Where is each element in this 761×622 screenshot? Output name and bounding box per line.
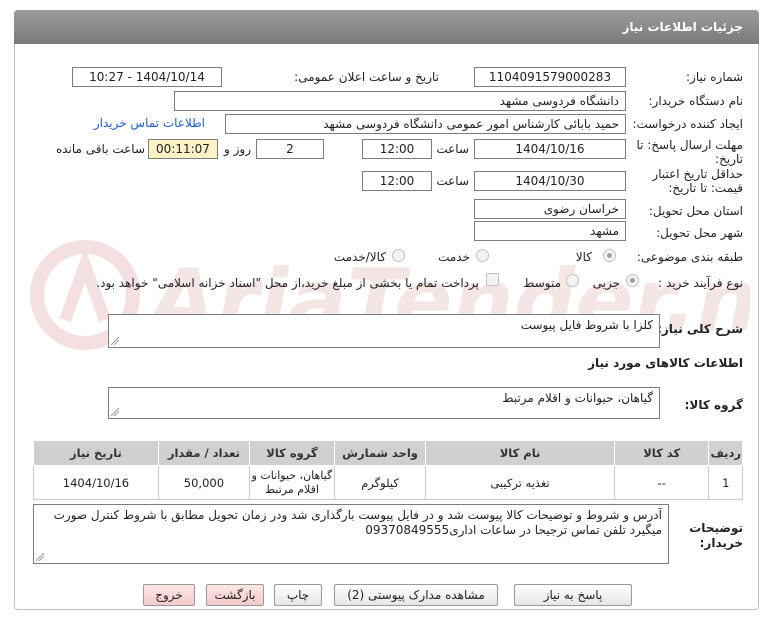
province-field: خراسان رضوی	[474, 199, 626, 219]
category-both-label: کالا/خدمت	[333, 250, 386, 264]
province-label: استان محل تحویل:	[648, 204, 743, 218]
contact-buyer-link[interactable]: اطلاعات تماس خریدار	[94, 116, 205, 130]
process-label: نوع فرآیند خرید :	[658, 276, 743, 290]
deadline-label: مهلت ارسال پاسخ: تا	[636, 138, 743, 152]
validity-date-field: 1404/10/30	[474, 171, 626, 191]
view-documents-button[interactable]: مشاهده مدارک پیوستی (2)	[334, 584, 498, 606]
process-medium-label: متوسط	[523, 276, 561, 290]
validity-label: حداقل تاریخ اعتبار	[652, 167, 743, 181]
deadline-date-field: 1404/10/16	[474, 139, 626, 159]
buyer-notes-label: توضیحات	[689, 521, 743, 535]
need-number-field: 1104091579000283	[474, 67, 626, 87]
validity-time-label: ساعت	[436, 174, 469, 188]
col-name: نام کالا	[425, 440, 615, 466]
cell-code: --	[613, 465, 710, 500]
goods-group-label: گروه کالا:	[684, 398, 743, 412]
reply-button[interactable]: پاسخ به نیاز	[514, 584, 632, 606]
city-field: مشهد	[474, 221, 626, 241]
creator-field: حمید بابائی کارشناس امور عمومی دانشگاه ف…	[225, 114, 626, 134]
cell-name: تغذیه ترکیبی	[425, 465, 615, 500]
category-goods-radio[interactable]	[603, 249, 616, 262]
validity-time-field: 12:00	[362, 171, 432, 191]
col-row: ردیف	[708, 440, 743, 466]
cell-row: 1	[708, 465, 743, 500]
table-row: 1 -- تغذیه ترکیبی کیلوگرم گیاهان، حیوانا…	[33, 465, 743, 500]
remaining-label: ساعت باقی مانده	[55, 142, 145, 156]
summary-label: شرح کلی نیاز:	[657, 322, 743, 336]
category-service-label: خدمت	[438, 250, 470, 264]
col-code: کد کالا	[613, 440, 710, 466]
buyer-org-field: دانشگاه فردوسی مشهد	[174, 91, 626, 111]
buyer-notes-field: آدرس و شروط و توضیحات کالا پیوست شد و در…	[33, 504, 669, 564]
summary-field: کلزا با شروط فایل پیوست	[108, 314, 660, 348]
col-qty: تعداد / مقدار	[157, 440, 250, 466]
category-both-radio[interactable]	[392, 249, 405, 262]
items-table: ردیف کد کالا نام کالا واحد شمارش گروه کا…	[33, 440, 743, 500]
treasury-text: پرداخت تمام یا بخشی از مبلغ خرید،از محل …	[96, 276, 479, 290]
validity-label-2: قیمت: تا تاریخ:	[668, 181, 743, 195]
summary-text: کلزا با شروط فایل پیوست	[520, 318, 653, 332]
remaining-time-field: 00:11:07	[148, 139, 218, 159]
city-label: شهر محل تحویل:	[656, 226, 743, 240]
creator-label: ایجاد کننده درخواست:	[632, 117, 743, 131]
category-service-radio[interactable]	[476, 249, 489, 262]
back-button[interactable]: بازگشت	[206, 584, 264, 606]
process-minor-label: جزیی	[592, 276, 620, 290]
treasury-checkbox[interactable]	[486, 273, 499, 286]
need-number-label: شماره نیاز:	[686, 70, 743, 84]
exit-button[interactable]: خروج	[143, 584, 195, 606]
panel-header: جزئیات اطلاعات نیاز	[14, 10, 759, 44]
resize-grip-icon[interactable]	[111, 408, 119, 416]
announce-field: 1404/10/14 - 10:27	[72, 67, 222, 87]
announce-label: تاریخ و ساعت اعلان عمومی:	[294, 70, 439, 84]
deadline-time-field: 12:00	[362, 139, 432, 159]
category-label: طبقه بندی موضوعی:	[636, 250, 743, 264]
resize-grip-icon[interactable]	[36, 553, 44, 561]
deadline-time-label: ساعت	[436, 142, 469, 156]
deadline-label-2: تاریخ:	[715, 152, 743, 166]
table-header-row: ردیف کد کالا نام کالا واحد شمارش گروه کا…	[33, 440, 743, 466]
cell-date: 1404/10/16	[33, 465, 159, 500]
buyer-notes-label-2: خریدار:	[699, 536, 743, 550]
category-goods-label: کالا	[575, 250, 592, 264]
col-unit: واحد شمارش	[333, 440, 427, 466]
days-label: روز و	[224, 142, 251, 156]
process-minor-radio[interactable]	[626, 274, 639, 287]
col-date: تاریخ نیاز	[33, 440, 159, 466]
goods-info-title: اطلاعات کالاهای مورد نیاز	[588, 356, 743, 370]
cell-group: گیاهان، حیوانات و اقلام مرتبط	[248, 465, 335, 500]
process-medium-radio[interactable]	[566, 274, 579, 287]
buyer-notes-text: آدرس و شروط و توضیحات کالا پیوست شد و در…	[53, 508, 662, 537]
cell-qty: 50,000	[157, 465, 250, 500]
buyer-org-label: نام دستگاه خریدار:	[648, 94, 744, 108]
resize-grip-icon[interactable]	[111, 337, 119, 345]
col-group: گروه کالا	[248, 440, 335, 466]
goods-group-text: گیاهان، حیوانات و اقلام مرتبط	[502, 391, 653, 405]
cell-unit: کیلوگرم	[333, 465, 427, 500]
days-field: 2	[256, 139, 324, 159]
goods-group-field: گیاهان، حیوانات و اقلام مرتبط	[108, 387, 660, 419]
print-button[interactable]: چاپ	[274, 584, 322, 606]
